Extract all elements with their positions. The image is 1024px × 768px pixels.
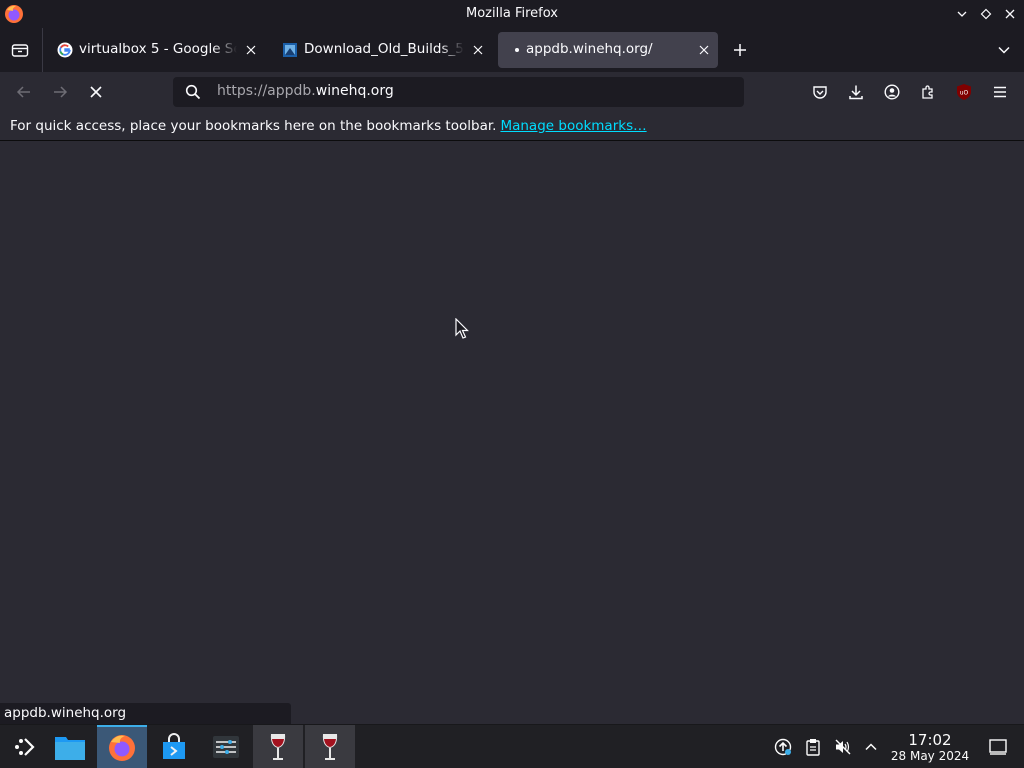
update-notifier[interactable] bbox=[773, 737, 793, 757]
taskbar-wine-1[interactable] bbox=[253, 725, 303, 768]
google-icon bbox=[57, 42, 73, 58]
tab-close-button[interactable] bbox=[470, 42, 486, 58]
stop-button[interactable] bbox=[84, 80, 108, 104]
close-icon bbox=[246, 45, 256, 55]
downloads-button[interactable] bbox=[844, 80, 868, 104]
account-icon bbox=[884, 84, 900, 100]
taskbar-discover[interactable] bbox=[149, 725, 199, 768]
chevron-up-icon bbox=[865, 743, 877, 751]
show-desktop-button[interactable] bbox=[988, 737, 1008, 757]
tab-title: virtualbox 5 - Google Search bbox=[79, 41, 237, 57]
navigation-toolbar: https://appdb.winehq.org uO bbox=[0, 72, 1024, 112]
wine-icon bbox=[322, 734, 338, 760]
close-icon bbox=[90, 86, 102, 98]
clock-date[interactable]: 28 May 2024 bbox=[884, 749, 976, 763]
firefox-view-icon bbox=[11, 44, 29, 57]
discover-store-icon bbox=[163, 733, 185, 759]
tab-title: appdb.winehq.org/ bbox=[526, 41, 653, 57]
taskbar-wine-2[interactable] bbox=[305, 725, 355, 768]
volume-muted-icon bbox=[835, 739, 851, 755]
taskbar-firefox[interactable] bbox=[97, 725, 147, 768]
pocket-icon bbox=[813, 86, 827, 99]
url-prefix: https://appdb. bbox=[217, 83, 316, 99]
ublock-origin-button[interactable]: uO bbox=[952, 80, 976, 104]
bookmarks-empty-message: For quick access, place your bookmarks h… bbox=[10, 118, 647, 134]
new-tab-button[interactable] bbox=[728, 38, 752, 62]
chevron-down-icon bbox=[957, 11, 967, 17]
svg-text:uO: uO bbox=[960, 90, 969, 97]
page-content[interactable] bbox=[0, 142, 1024, 724]
window-title: Mozilla Firefox bbox=[466, 6, 558, 21]
pocket-button[interactable] bbox=[808, 80, 832, 104]
firefox-view-button[interactable] bbox=[6, 36, 34, 64]
url-text[interactable]: https://appdb.winehq.org bbox=[217, 83, 394, 99]
application-launcher-button[interactable] bbox=[0, 725, 50, 768]
taskbar-file-manager[interactable] bbox=[45, 725, 95, 768]
back-button[interactable] bbox=[12, 80, 36, 104]
menu-icon bbox=[994, 86, 1006, 98]
forward-button[interactable] bbox=[48, 80, 72, 104]
arrow-left-icon bbox=[16, 86, 30, 98]
tab-close-button[interactable] bbox=[243, 42, 259, 58]
clipboard-icon bbox=[806, 739, 820, 756]
status-url: appdb.winehq.org bbox=[4, 705, 127, 721]
app-menu-button[interactable] bbox=[988, 80, 1012, 104]
bookmarks-message-text: For quick access, place your bookmarks h… bbox=[10, 118, 497, 134]
list-all-tabs-button[interactable] bbox=[992, 38, 1016, 62]
close-icon bbox=[473, 45, 483, 55]
arrow-right-icon bbox=[54, 86, 68, 98]
close-window-button[interactable] bbox=[1000, 4, 1020, 24]
download-icon bbox=[849, 85, 863, 100]
wine-icon bbox=[270, 734, 286, 760]
close-icon bbox=[1005, 9, 1015, 19]
chevron-down-icon bbox=[998, 46, 1010, 54]
maximize-button[interactable] bbox=[976, 4, 996, 24]
tray-expand-button[interactable] bbox=[861, 737, 881, 757]
extensions-button[interactable] bbox=[916, 80, 940, 104]
address-bar[interactable]: https://appdb.winehq.org bbox=[173, 77, 744, 107]
launcher-icon bbox=[15, 738, 35, 756]
status-panel: appdb.winehq.org bbox=[0, 703, 291, 724]
title-bar: Mozilla Firefox bbox=[0, 0, 1024, 28]
manage-bookmarks-link[interactable]: Manage bookmarks… bbox=[500, 118, 646, 134]
show-desktop-icon bbox=[989, 739, 1007, 755]
tab-strip: virtualbox 5 - Google Search Download_Ol… bbox=[0, 28, 1024, 72]
update-icon bbox=[774, 738, 792, 756]
tab-appdb-winehq[interactable]: appdb.winehq.org/ bbox=[498, 32, 718, 68]
tab-close-button[interactable] bbox=[696, 42, 712, 58]
bookmarks-toolbar: For quick access, place your bookmarks h… bbox=[0, 112, 1024, 141]
minimize-button[interactable] bbox=[952, 4, 972, 24]
file-manager-icon bbox=[55, 737, 85, 760]
clock-time[interactable]: 17:02 bbox=[890, 731, 970, 749]
account-button[interactable] bbox=[880, 80, 904, 104]
tab-separator bbox=[42, 28, 43, 72]
plus-icon bbox=[734, 44, 746, 56]
firefox-icon bbox=[109, 735, 135, 761]
loading-icon bbox=[515, 48, 519, 52]
taskbar: 17:02 28 May 2024 bbox=[0, 724, 1024, 768]
virtualbox-icon bbox=[283, 43, 297, 57]
search-icon bbox=[185, 84, 201, 100]
url-domain: winehq.org bbox=[315, 83, 394, 99]
extensions-icon bbox=[922, 85, 933, 99]
system-settings-icon bbox=[213, 736, 239, 758]
ublock-icon: uO bbox=[957, 84, 971, 100]
tab-google-search[interactable]: virtualbox 5 - Google Search bbox=[47, 32, 265, 68]
tab-download-old-builds[interactable]: Download_Old_Builds_5_2 bbox=[272, 32, 492, 68]
clipboard-tray[interactable] bbox=[803, 737, 823, 757]
close-icon bbox=[699, 45, 709, 55]
taskbar-system-settings[interactable] bbox=[201, 725, 251, 768]
mouse-cursor-icon bbox=[455, 318, 469, 339]
diamond-icon bbox=[980, 8, 992, 20]
volume-tray[interactable] bbox=[833, 737, 853, 757]
tab-title: Download_Old_Builds_5_2 bbox=[304, 41, 464, 57]
